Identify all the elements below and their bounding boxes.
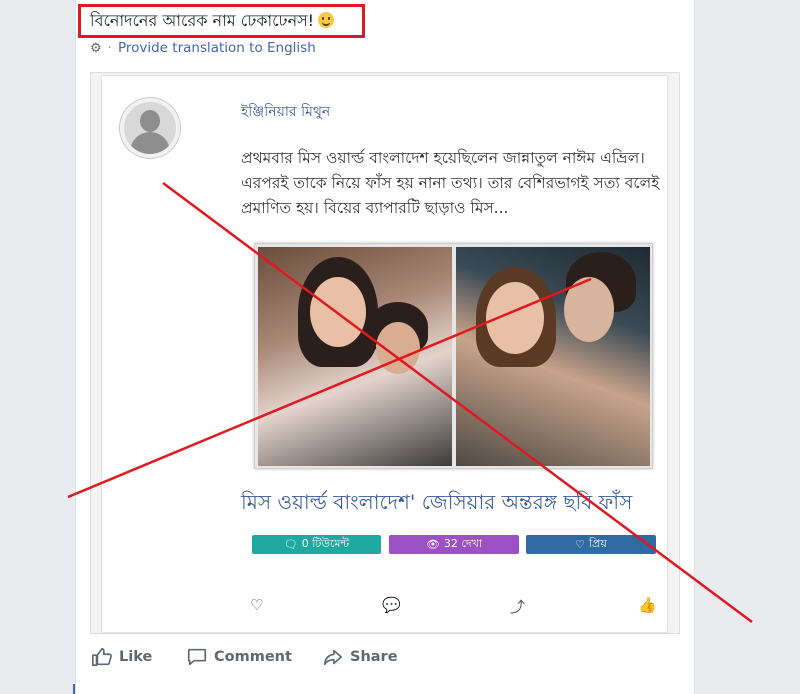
- favorite-badge-label: প্রিয়: [589, 537, 607, 550]
- share-label: Share: [350, 649, 398, 665]
- shared-photo-strip: [254, 243, 653, 469]
- like-label: Like: [119, 649, 153, 665]
- eye-icon: 👁: [425, 538, 440, 551]
- heart-icon: ♡: [250, 596, 264, 614]
- comments-badge-label: 0 টিউমেন্ট: [301, 537, 350, 550]
- post-text-content: বিনোদনের আরেক নাম ঢেকাঢেনস!: [90, 11, 315, 30]
- favorite-badge: ♡ প্রিয়: [526, 535, 656, 554]
- shared-photo-right: [456, 247, 650, 466]
- comment-button[interactable]: Comment: [186, 646, 292, 668]
- shared-screenshot[interactable]: ইঞ্জিনিয়ার মিথুন প্রথমবার মিস ওয়ার্ল্ড…: [90, 72, 680, 634]
- shared-excerpt: প্রথমবার মিস ওয়ার্ল্ড বাংলাদেশ হয়েছিলে…: [241, 149, 660, 217]
- like-icon: [92, 647, 112, 667]
- views-badge-label: 32 দেখা: [443, 537, 483, 550]
- speech-bubble-icon: 💬: [382, 596, 401, 614]
- comments-badge: 🗨 0 টিউমেন্ট: [252, 535, 381, 554]
- heart-outline-icon: ♡: [575, 538, 586, 551]
- comment-icon: [187, 648, 207, 666]
- comment-label: Comment: [214, 649, 292, 665]
- smiley-emoji-icon: [318, 12, 335, 28]
- post-text: বিনোদনের আরেক নাম ঢেকাঢেনস!: [90, 8, 335, 35]
- comment-bubble-icon: 🗨: [283, 538, 298, 551]
- separator-dot: ·: [107, 40, 112, 56]
- shared-author-name: ইঞ্জিনিয়ার মিথুন: [241, 104, 331, 120]
- shared-post-card: ইঞ্জিনিয়ার মিথুন প্রথমবার মিস ওয়ার্ল্ড…: [102, 76, 667, 632]
- gear-icon[interactable]: ⚙: [90, 41, 102, 56]
- views-badge: 👁 32 দেখা: [389, 535, 519, 554]
- translation-row[interactable]: ⚙ · Provide translation to English: [90, 40, 316, 56]
- share-button[interactable]: Share: [322, 646, 398, 668]
- post-action-bar: Like Comment Share: [76, 636, 696, 682]
- shared-photo-left: [258, 247, 452, 466]
- share-arrow-icon: [323, 649, 343, 666]
- facebook-post: বিনোদনের আরেক নাম ঢেকাঢেনস! ⚙ · Provide …: [75, 0, 695, 694]
- provide-translation-link[interactable]: Provide translation to English: [118, 40, 316, 56]
- author-avatar: [120, 98, 180, 158]
- shared-headline: মিস ওয়ার্ল্ড বাংলাদেশ' জেসিয়ার অন্তরঙ্…: [241, 490, 633, 514]
- share-box-icon: ⤴: [510, 598, 526, 616]
- like-button[interactable]: Like: [91, 646, 152, 668]
- thumbs-up-icon: 👍: [638, 596, 657, 614]
